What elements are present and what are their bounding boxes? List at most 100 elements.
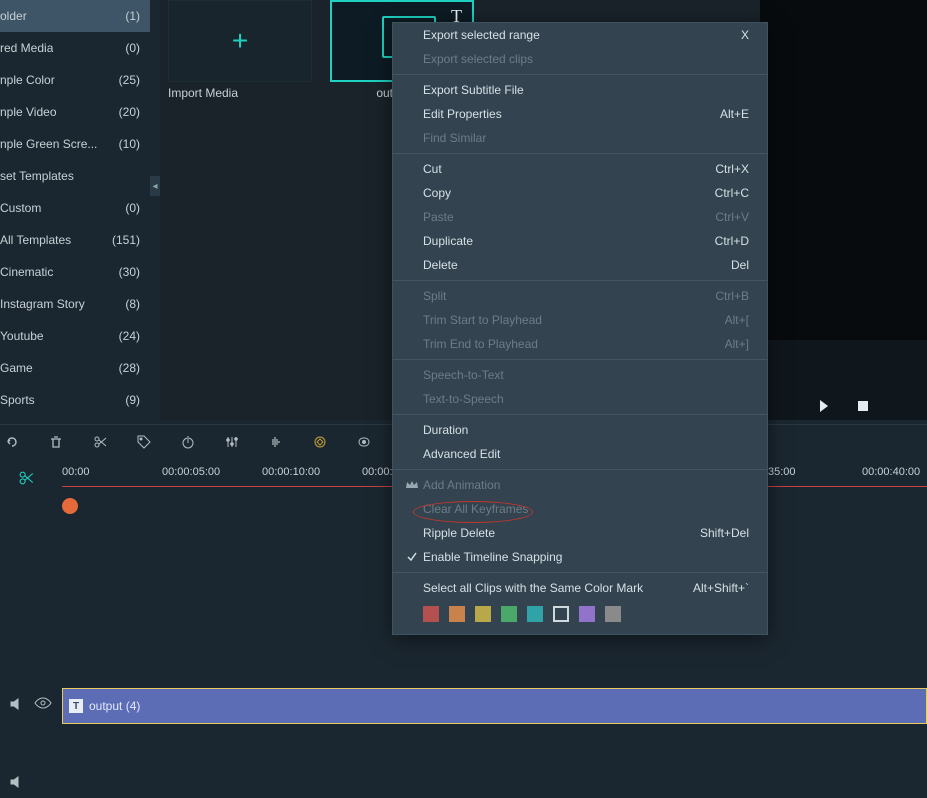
tag-icon[interactable] [134, 432, 154, 452]
context-menu-label: Export selected range [423, 28, 741, 42]
sidebar-item[interactable]: Cinematic(30) [0, 256, 150, 288]
track-visibility-icon[interactable] [34, 696, 52, 715]
playhead-handle[interactable] [62, 498, 78, 514]
context-menu-item[interactable]: Export selected rangeX [393, 23, 767, 47]
context-menu-shortcut: Alt+] [725, 337, 749, 351]
sidebar-item[interactable]: nple Color (25) [0, 64, 150, 96]
sidebar-item-count: (25) [119, 73, 140, 87]
panel-collapse-handle[interactable]: ◂ [150, 176, 160, 196]
delete-icon[interactable] [46, 432, 66, 452]
sidebar-item[interactable]: Youtube (24) [0, 320, 150, 352]
audio-wave-icon[interactable] [266, 432, 286, 452]
context-menu-item[interactable]: CutCtrl+X [393, 157, 767, 181]
sidebar-item-label: Cinematic [0, 265, 53, 279]
speed-icon[interactable] [178, 432, 198, 452]
title-clip-label: output (4) [89, 699, 140, 713]
sidebar-item-label: Custom [0, 201, 41, 215]
context-menu-label: Select all Clips with the Same Color Mar… [423, 581, 693, 595]
undo-icon[interactable] [2, 432, 22, 452]
context-menu-shortcut: Ctrl+B [715, 289, 749, 303]
context-menu-item: Trim End to PlayheadAlt+] [393, 332, 767, 356]
context-menu-label: Duplicate [423, 234, 715, 248]
sidebar-item-count: (24) [119, 329, 140, 343]
context-menu-shortcut: Ctrl+C [715, 186, 749, 200]
sidebar-item-count: (20) [119, 105, 140, 119]
context-menu-separator [393, 74, 767, 75]
context-menu-item: Trim Start to PlayheadAlt+[ [393, 308, 767, 332]
check-icon [403, 551, 421, 563]
stop-icon[interactable] [858, 401, 868, 411]
color-swatch[interactable] [423, 606, 439, 622]
context-menu-item[interactable]: Export Subtitle File [393, 78, 767, 102]
sidebar-item[interactable]: Instagram Story(8) [0, 288, 150, 320]
sidebar-item[interactable]: older(1) [0, 0, 150, 32]
color-swatch[interactable] [605, 606, 621, 622]
sidebar-item[interactable]: All Templates(151) [0, 224, 150, 256]
sidebar-item-label: red Media [0, 41, 53, 55]
ruler-tick: 00:00:40:00 [862, 466, 920, 478]
context-menu-separator [393, 153, 767, 154]
sidebar-item-count: (28) [119, 361, 140, 375]
audio-track-mute-icon[interactable] [8, 774, 24, 795]
context-menu-label: Trim Start to Playhead [423, 313, 725, 327]
sidebar-item-label: nple Video [0, 105, 57, 119]
context-menu-label: Text-to-Speech [423, 392, 749, 406]
context-menu-label: Split [423, 289, 715, 303]
context-menu-item[interactable]: DeleteDel [393, 253, 767, 277]
sidebar-item-count: (9) [125, 393, 140, 407]
context-menu-label: Trim End to Playhead [423, 337, 725, 351]
sidebar-item[interactable]: set Templates [0, 160, 150, 192]
context-menu-item: Add Animation [393, 473, 767, 497]
sidebar-item-label: Youtube [0, 329, 44, 343]
timeline-split-icon[interactable] [14, 466, 38, 490]
color-swatch[interactable] [527, 606, 543, 622]
context-menu-separator [393, 280, 767, 281]
context-menu-item[interactable]: Ripple DeleteShift+Del [393, 521, 767, 545]
record-icon[interactable] [354, 432, 374, 452]
sidebar-item-count: (151) [112, 233, 140, 247]
title-track-clip[interactable]: T output (4) [62, 688, 927, 724]
context-menu-label: Find Similar [423, 131, 749, 145]
context-menu-label: Export Subtitle File [423, 83, 749, 97]
context-menu-item[interactable]: Edit PropertiesAlt+E [393, 102, 767, 126]
context-menu-shortcut: Ctrl+V [715, 210, 749, 224]
context-menu-separator [393, 359, 767, 360]
color-swatch[interactable] [475, 606, 491, 622]
context-menu-label: Speech-to-Text [423, 368, 749, 382]
sidebar-item[interactable]: nple Green Scre...(10) [0, 128, 150, 160]
color-swatch[interactable] [449, 606, 465, 622]
play-icon[interactable] [820, 400, 828, 412]
sidebar: older(1)red Media(0) nple Color (25) nple V… [0, 0, 150, 420]
context-menu-shortcut: Alt+[ [725, 313, 749, 327]
title-chip-icon: T [69, 699, 83, 713]
context-menu-item: Clear All Keyframes [393, 497, 767, 521]
sidebar-item[interactable]: Game (28) [0, 352, 150, 384]
ruler-tick: 00:00 [62, 466, 90, 478]
context-menu-label: Paste [423, 210, 715, 224]
sidebar-item-label: Game [0, 361, 33, 375]
context-menu-item[interactable]: Duration [393, 418, 767, 442]
context-menu-item[interactable]: Select all Clips with the Same Color Mar… [393, 576, 767, 600]
color-swatch[interactable] [501, 606, 517, 622]
context-menu-item[interactable]: DuplicateCtrl+D [393, 229, 767, 253]
track-mute-icon[interactable] [8, 696, 24, 717]
import-media-thumb[interactable]: + [168, 0, 312, 82]
context-menu-item[interactable]: Advanced Edit [393, 442, 767, 466]
sidebar-item-label: Instagram Story [0, 297, 85, 311]
keyframe-icon[interactable] [310, 432, 330, 452]
context-menu-item[interactable]: Enable Timeline Snapping [393, 545, 767, 569]
sidebar-item[interactable]: Custom(0) [0, 192, 150, 224]
color-swatch[interactable] [579, 606, 595, 622]
adjust-icon[interactable] [222, 432, 242, 452]
crown-icon [403, 479, 421, 491]
context-menu-shortcut: Alt+E [720, 107, 749, 121]
sidebar-item[interactable]: nple Video (20) [0, 96, 150, 128]
sidebar-item[interactable]: Sports(9) [0, 384, 150, 416]
ruler-tick: 00:00:10:00 [262, 466, 320, 478]
context-menu-label: Advanced Edit [423, 447, 749, 461]
sidebar-item-label: nple Color [0, 73, 55, 87]
split-scissors-icon[interactable] [90, 432, 110, 452]
context-menu-item[interactable]: CopyCtrl+C [393, 181, 767, 205]
color-swatch[interactable] [553, 606, 569, 622]
sidebar-item[interactable]: red Media(0) [0, 32, 150, 64]
